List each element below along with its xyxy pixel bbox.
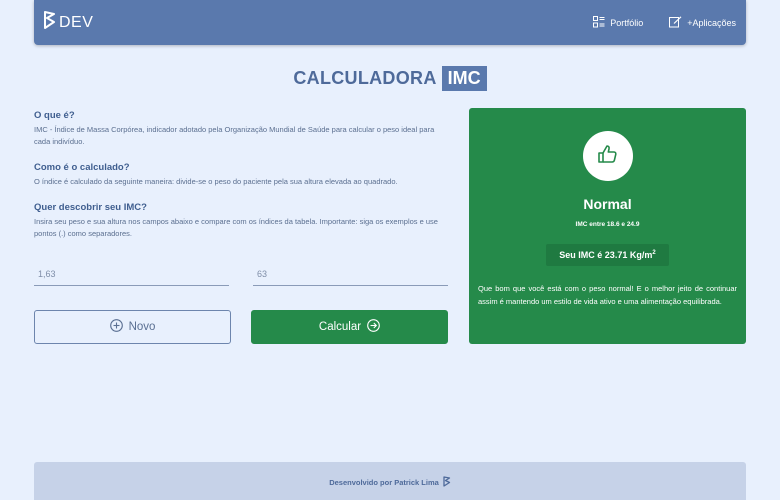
info-section-discover: Quer descobrir seu IMC? Insira seu peso … [34,202,446,240]
info-heading-what: O que é? [34,110,75,121]
result-imc-unit-exponent: 2 [652,250,656,256]
height-input[interactable] [34,262,229,286]
page-title-text: CALCULADORA [293,68,437,88]
thumbs-up-icon [596,142,620,171]
nav-link-aplicacoes[interactable]: +Aplicações [669,15,736,30]
info-text-discover: Insira seu peso e sua altura nos campos … [34,217,438,238]
result-icon-circle [582,131,633,181]
new-button[interactable]: Novo [34,310,231,344]
brand-name: DEV [59,13,94,31]
brand-logo-icon [44,11,56,34]
info-heading-how: Como é o calculado? [34,162,130,173]
footer-credit: Desenvolvido por Patrick Lima [329,477,439,487]
result-card: Normal IMC entre 18.6 e 24.9 Seu IMC é 2… [469,108,746,344]
navbar: DEV Portfólio +Aplicações [34,0,746,45]
brand-logo[interactable]: DEV [44,11,93,34]
calculate-button-label: Calcular [318,321,362,333]
grid-list-icon [593,15,605,30]
weight-input[interactable] [253,262,448,286]
info-panel: O que é? IMC - Índice de Massa Corpórea,… [34,110,446,254]
info-heading-discover: Quer descobrir seu IMC? [34,202,147,213]
footer-logo-icon [443,475,451,489]
calculate-button[interactable]: Calcular [251,310,448,344]
info-text-how: O índice é calculado da seguinte maneira… [34,177,398,186]
footer: Desenvolvido por Patrick Lima [34,462,746,500]
plus-circle-icon [109,319,123,335]
nav-link-aplicacoes-label: +Aplicações [687,17,736,28]
arrow-right-circle-icon [367,319,380,335]
nav-link-portfolio[interactable]: Portfólio [593,15,644,30]
input-row [34,262,448,286]
new-button-label: Novo [128,321,156,333]
result-message: Que bom que você está com o peso normal!… [478,284,737,307]
result-imc-text: Seu IMC é 23.71 Kg/m [559,250,653,260]
info-section-how: Como é o calculado? O índice é calculado… [34,162,446,188]
page-title: CALCULADORA IMC [0,66,780,91]
info-section-what: O que é? IMC - Índice de Massa Corpórea,… [34,110,446,148]
result-range: IMC entre 18.6 e 24.9 [575,221,640,228]
edit-square-icon [669,15,682,30]
page-title-badge: IMC [441,66,487,91]
result-imc-value: Seu IMC é 23.71 Kg/m2 [546,244,669,266]
button-row: Novo Calcular [34,310,448,344]
info-text-what: IMC - Índice de Massa Corpórea, indicado… [34,125,435,146]
result-status: Normal [583,196,632,212]
nav-link-portfolio-label: Portfólio [610,17,644,28]
